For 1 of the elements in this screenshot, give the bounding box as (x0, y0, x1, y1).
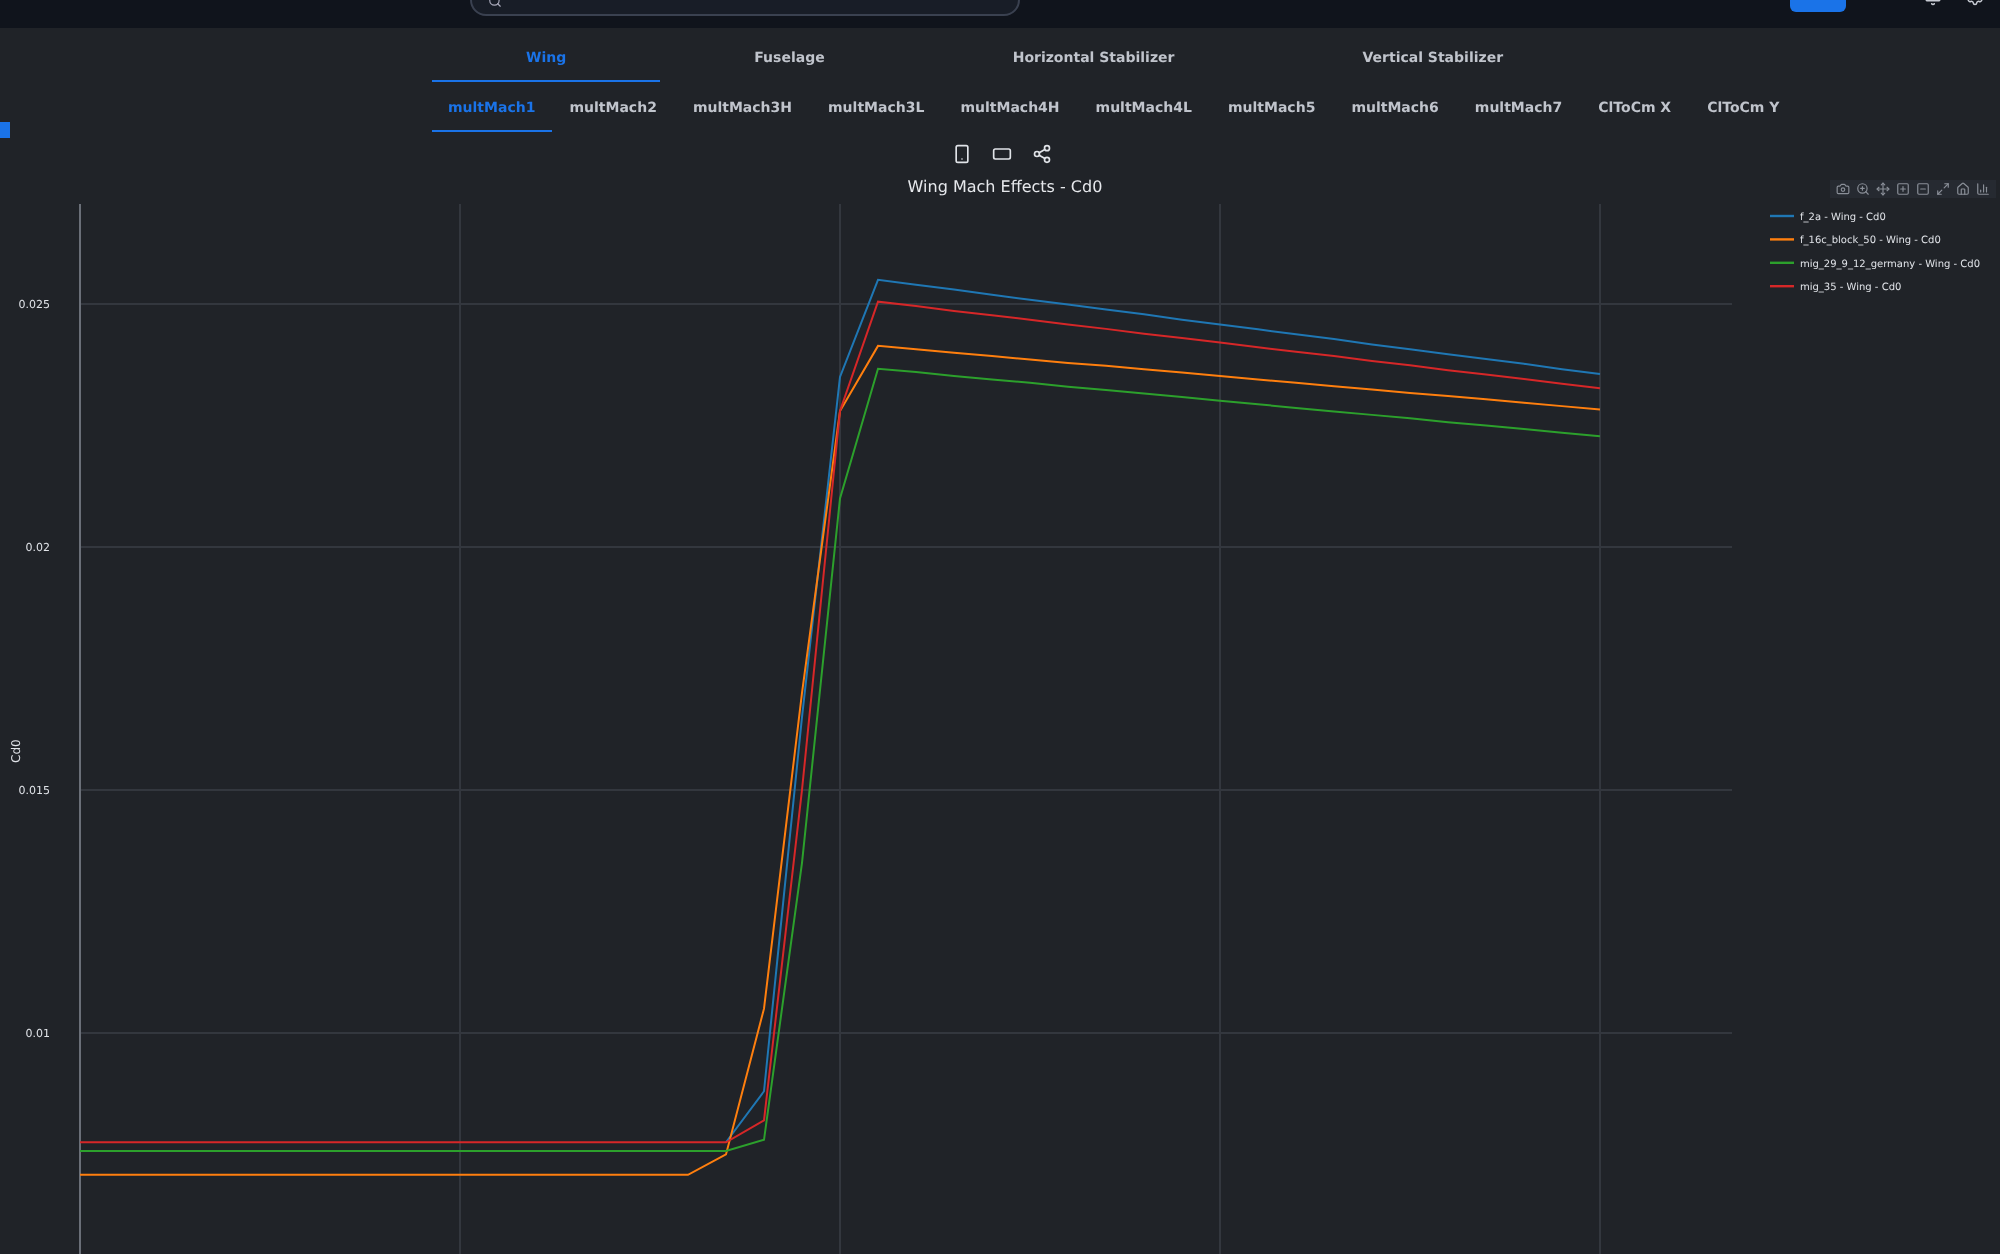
chart-title: Wing Mach Effects - Cd0 (905, 178, 1103, 196)
